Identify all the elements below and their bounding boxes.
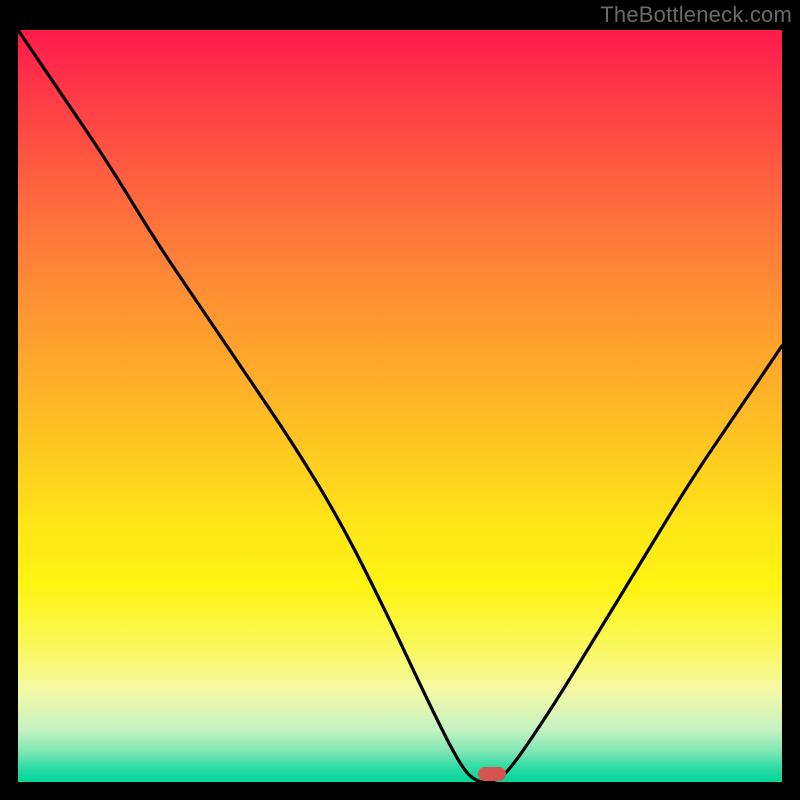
- plot-area: [18, 30, 782, 782]
- chart-frame: TheBottleneck.com: [0, 0, 800, 800]
- curve-svg: [18, 30, 782, 782]
- watermark-label: TheBottleneck.com: [600, 2, 792, 28]
- bottleneck-curve-path: [18, 30, 782, 782]
- optimal-point-marker: [478, 767, 506, 781]
